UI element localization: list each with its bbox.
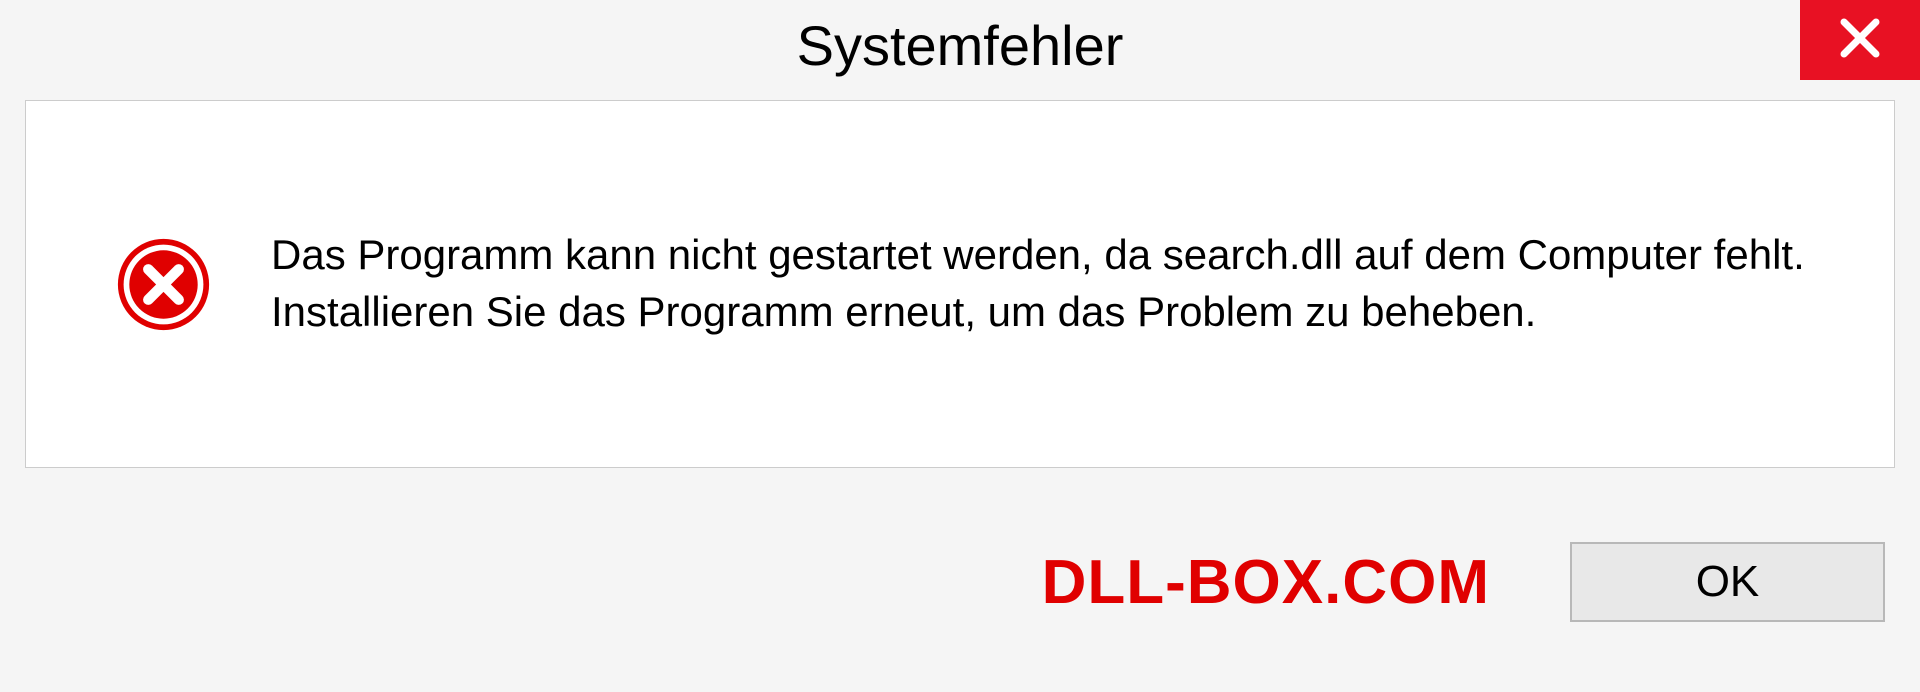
error-dialog: Systemfehler Das Programm kann nicht ges… — [0, 0, 1920, 692]
error-message: Das Programm kann nicht gestartet werden… — [271, 227, 1834, 340]
error-icon — [116, 237, 211, 332]
ok-button[interactable]: OK — [1570, 542, 1885, 622]
ok-button-label: OK — [1696, 557, 1760, 607]
watermark-text: DLL-BOX.COM — [1042, 547, 1490, 618]
content-panel: Das Programm kann nicht gestartet werden… — [25, 100, 1895, 468]
close-button[interactable] — [1800, 0, 1920, 80]
dialog-title: Systemfehler — [797, 13, 1124, 78]
dialog-footer: DLL-BOX.COM OK — [0, 517, 1920, 692]
titlebar: Systemfehler — [0, 0, 1920, 90]
close-icon — [1838, 16, 1882, 65]
